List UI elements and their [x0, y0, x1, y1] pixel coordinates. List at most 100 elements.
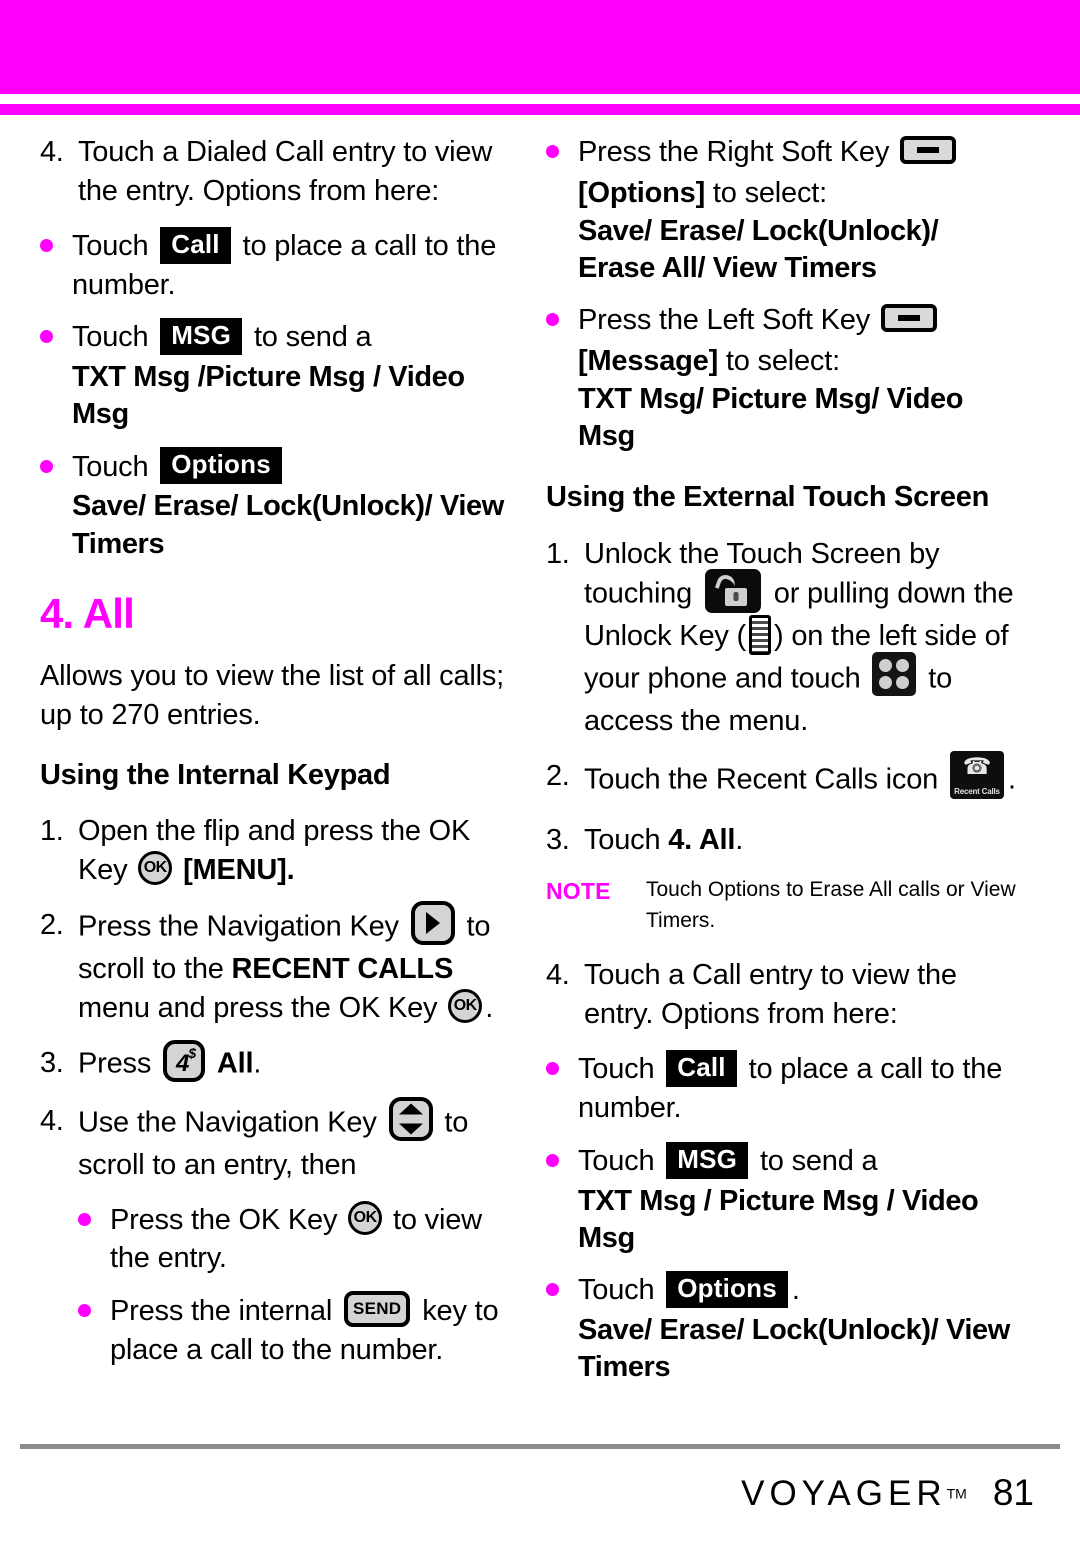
page-number: 81: [992, 1472, 1034, 1513]
touch-step-2-post: .: [1007, 763, 1016, 796]
right-bullet-msg: Touch MSG to send a TXT Msg / Picture Ms…: [546, 1141, 1016, 1257]
right-touch-step-3-number: 3.: [546, 823, 570, 856]
left-bullet-options-list: Save/ Erase/ Lock(Unlock)/ View Timers: [72, 490, 504, 560]
touch-step-3-pre: Touch: [584, 823, 661, 856]
right-step-4-text: Touch a Call entry to view the entry. Op…: [584, 959, 957, 1031]
recent-calls-icon-caption: Recent Calls: [954, 786, 1000, 796]
footer-divider: [20, 1444, 1060, 1449]
left-section-heading: Using the Internal Keypad: [40, 758, 391, 791]
left-intro-paragraph: Allows you to view the list of all calls…: [40, 659, 505, 731]
ok-key-icon[interactable]: OK: [348, 1200, 383, 1235]
bullet-dot-icon: [40, 318, 72, 344]
note-block: NOTE Touch Options to Erase All calls or…: [546, 875, 1016, 936]
right-soft-pre: Press the Right Soft Key: [578, 136, 890, 168]
unlock-key-icon[interactable]: [749, 614, 771, 655]
left-step-4: 4. Touch a Dialed Call entry to view the…: [40, 133, 510, 211]
right-touch-step-3: 3. Touch 4. All.: [546, 821, 1016, 860]
right-bullet-msg-post: to send a: [759, 1144, 878, 1177]
right-bullet-left-soft-key: Press the Left Soft Key [Message] to sel…: [546, 301, 1016, 455]
touch-step-3-bold: 4. All: [668, 823, 736, 856]
bullet-dot-icon: [40, 227, 72, 252]
note-text: Touch Options to Erase All calls or View…: [646, 878, 1016, 932]
step-3-bold: All: [216, 1047, 254, 1080]
msg-chip[interactable]: MSG: [666, 1141, 749, 1179]
recent-calls-icon[interactable]: ☎ Recent Calls: [949, 750, 1004, 799]
left-bullet-options-body: Touch Options Save/ Erase/ Lock(Unlock)/…: [72, 447, 510, 563]
left-step-4-text: Touch a Dialed Call entry to view the en…: [78, 136, 493, 207]
left-keypad-step-4: 4. Use the Navigation Key to scroll to a…: [40, 1096, 510, 1185]
left-bullet-options-pre: Touch: [72, 450, 149, 483]
right-soft-bracket: [Options]: [578, 176, 706, 209]
step-1-post: [MENU].: [183, 854, 295, 887]
page-body: 4. Touch a Dialed Call entry to view the…: [0, 115, 1080, 1435]
left-keypad-step-4-number: 4.: [40, 1104, 64, 1137]
touch-step-3-post: .: [735, 823, 744, 856]
right-soft-key-icon[interactable]: [900, 136, 956, 165]
banner-magenta-rule: [0, 104, 1080, 115]
right-section-heading: Using the External Touch Screen: [546, 480, 989, 513]
right-step-4: 4. Touch a Call entry to view the entry.…: [546, 956, 1016, 1034]
banner-magenta-block: [0, 0, 1080, 94]
options-chip[interactable]: Options: [666, 1270, 788, 1308]
subbullet-send-pre: Press the internal: [110, 1295, 333, 1328]
right-bullet-call-pre: Touch: [578, 1053, 655, 1086]
page-banner: [0, 0, 1080, 115]
step-2-post: menu and press the OK Key: [78, 991, 438, 1024]
menu-grid-icon[interactable]: [872, 651, 917, 696]
call-chip[interactable]: Call: [666, 1049, 737, 1087]
right-bullet-options-pre: Touch: [578, 1273, 655, 1306]
left-bullet-call-pre: Touch: [72, 229, 149, 262]
subbullet-ok-pre: Press the OK Key: [110, 1203, 338, 1236]
options-chip[interactable]: Options: [160, 447, 282, 485]
send-key-icon[interactable]: SEND: [343, 1290, 411, 1327]
bullet-dot-icon: [78, 1201, 110, 1226]
left-soft-options: TXT Msg/ Picture Msg/ Video Msg: [578, 382, 964, 452]
step-4-pre: Use the Navigation Key: [78, 1106, 377, 1139]
page-title-4-all: 4. All: [40, 589, 135, 637]
msg-chip[interactable]: MSG: [160, 318, 243, 356]
banner-white-gap: [0, 94, 1080, 104]
right-bullet-options-list: Save/ Erase/ Lock(Unlock)/ View Timers: [578, 1313, 1010, 1383]
left-bullet-call-body: Touch Call to place a call to the number…: [72, 226, 510, 305]
left-bullet-call: Touch Call to place a call to the number…: [40, 226, 510, 305]
bullet-dot-icon: [78, 1292, 110, 1318]
left-soft-mid: to select:: [725, 344, 840, 377]
left-keypad-step-1-body: Open the flip and press the OK Key OK [M…: [78, 812, 510, 890]
bullet-dot-icon: [546, 133, 578, 158]
right-bullet-options-body: Touch Options. Save/ Erase/ Lock(Unlock)…: [578, 1270, 1016, 1386]
right-touch-step-1-body: Unlock the Touch Screen by touching or p…: [584, 535, 1016, 741]
number-key-4-icon[interactable]: 4 $: [163, 1039, 205, 1082]
right-bullet-options: Touch Options. Save/ Erase/ Lock(Unlock)…: [546, 1270, 1016, 1386]
ok-key-icon[interactable]: OK: [138, 851, 173, 886]
right-bullet-msg-options: TXT Msg / Picture Msg / Video Msg: [578, 1184, 979, 1254]
ok-key-icon[interactable]: OK: [448, 989, 483, 1024]
brand-name: VOYAGER: [741, 1474, 947, 1513]
footer-content: VOYAGERTM 81: [741, 1472, 1034, 1514]
right-step-4-number: 4.: [546, 959, 570, 992]
left-keypad-step-1: 1. Open the flip and press the OK Key OK…: [40, 812, 510, 890]
nav-right-key-icon[interactable]: [410, 901, 455, 945]
left-subbullet-ok-body: Press the OK Key OK to view the entry.: [110, 1200, 510, 1279]
right-bullet-left-soft-key-body: Press the Left Soft Key [Message] to sel…: [578, 301, 1016, 455]
left-bullet-msg: Touch MSG to send a TXT Msg /Picture Msg…: [40, 318, 510, 433]
number-key-superscript: $: [188, 1044, 196, 1061]
unlock-padlock-icon[interactable]: [704, 569, 761, 614]
nav-up-down-key-icon[interactable]: [388, 1096, 433, 1141]
left-bullet-msg-pre: Touch: [72, 321, 149, 354]
right-touch-step-2: 2. Touch the Recent Calls icon ☎ Recent …: [546, 750, 1016, 805]
step-3-pre: Press: [78, 1047, 152, 1080]
left-keypad-step-4-body: Use the Navigation Key to scroll to an e…: [78, 1096, 510, 1185]
bullet-dot-icon: [40, 448, 72, 473]
left-keypad-step-1-number: 1.: [40, 815, 64, 848]
right-soft-mid: to select:: [712, 176, 827, 209]
right-touch-step-2-body: Touch the Recent Calls icon ☎ Recent Cal…: [584, 750, 1016, 805]
right-bullet-msg-body: Touch MSG to send a TXT Msg / Picture Ms…: [578, 1141, 1016, 1257]
touch-step-2-pre: Touch the Recent Calls icon: [584, 763, 939, 796]
page-footer: VOYAGERTM 81: [0, 1434, 1080, 1552]
step-3-post: .: [253, 1047, 262, 1080]
left-subbullet-send-body: Press the internal SEND key to place a c…: [110, 1290, 510, 1370]
right-touch-step-2-number: 2.: [546, 759, 570, 792]
left-soft-key-icon[interactable]: [880, 304, 937, 333]
left-subbullet-ok: Press the OK Key OK to view the entry.: [78, 1200, 510, 1279]
call-chip[interactable]: Call: [160, 226, 231, 264]
